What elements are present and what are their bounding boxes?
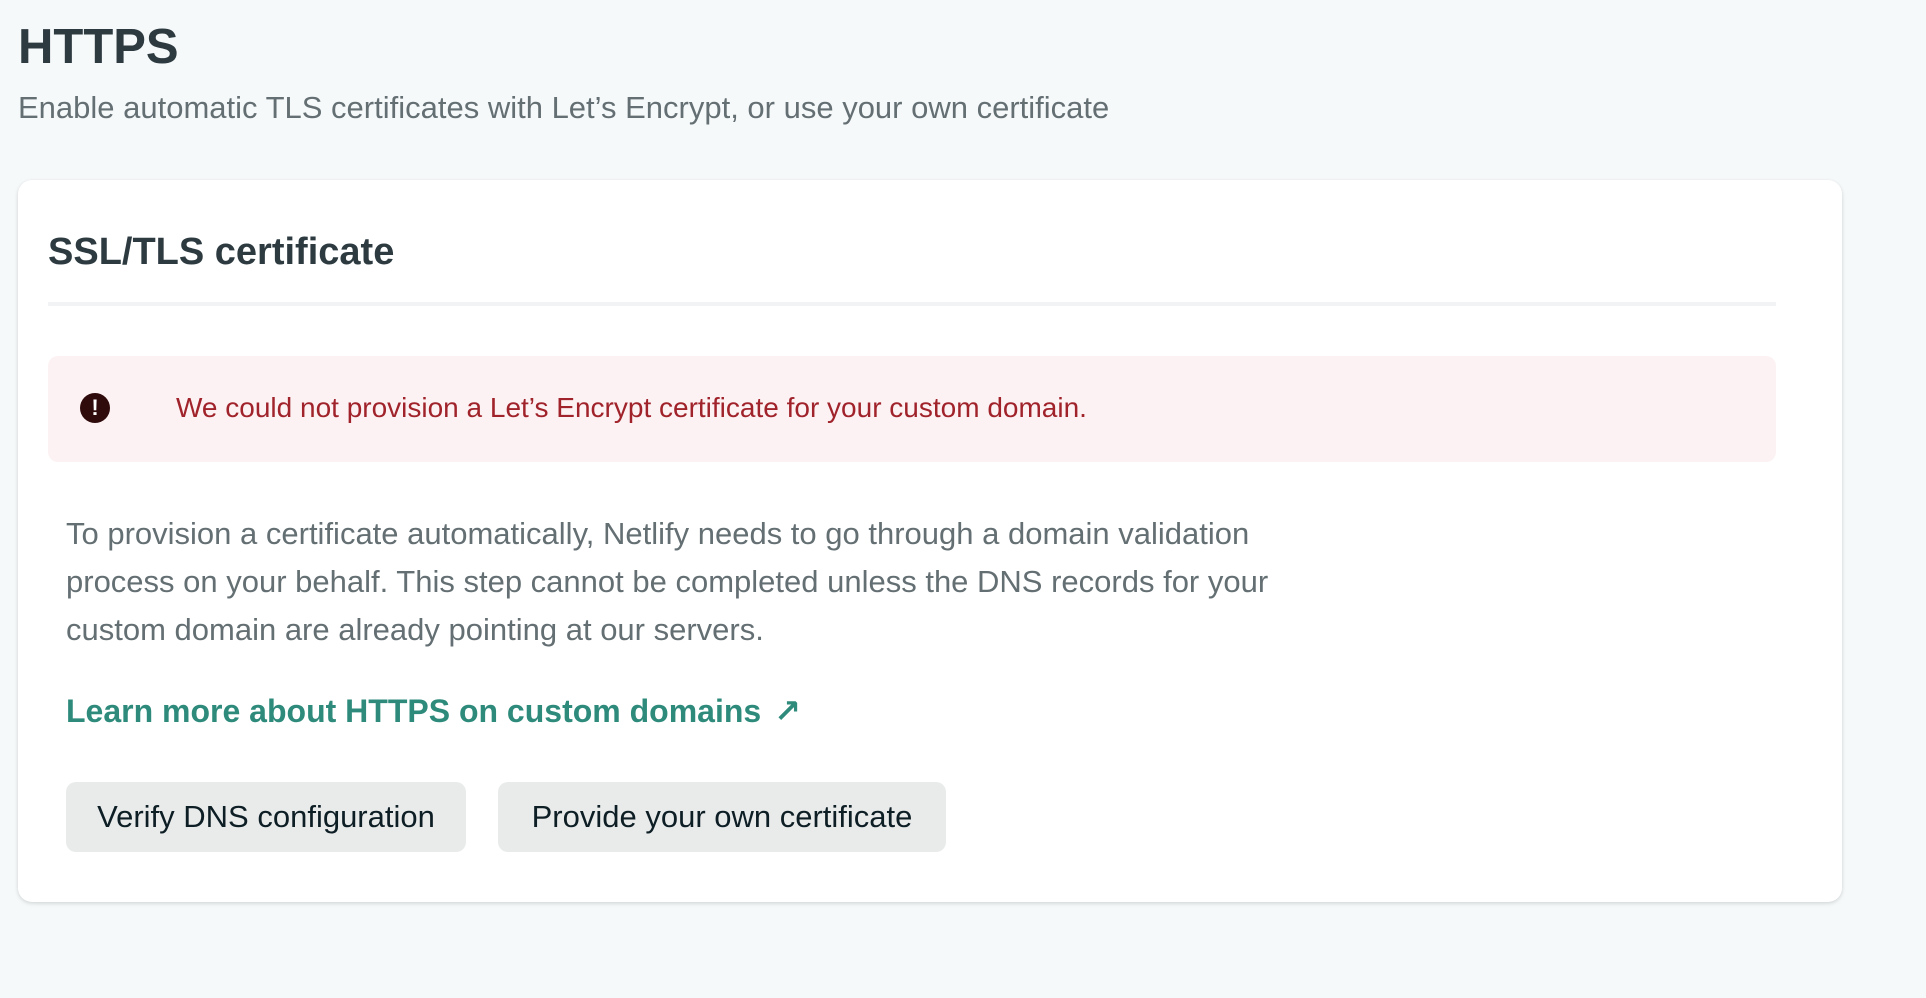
page-title: HTTPS [18, 20, 179, 74]
error-alert-message: We could not provision a Let’s Encrypt c… [176, 392, 1087, 423]
learn-more-link[interactable]: Learn more about HTTPS on custom domains… [66, 688, 801, 734]
card-title: SSL/TLS certificate [48, 231, 395, 273]
external-arrow-icon: ↗ [774, 693, 801, 729]
provide-own-certificate-button[interactable]: Provide your own certificate [498, 782, 946, 852]
description-text: To provision a certificate automatically… [66, 516, 1269, 647]
page-subtitle: Enable automatic TLS certificates with L… [18, 90, 1110, 125]
page: HTTPS Enable automatic TLS certificates … [0, 0, 1926, 998]
exclamation-circle-icon: ! [80, 393, 110, 423]
card-divider [48, 302, 1776, 306]
error-alert: ! We could not provision a Let’s Encrypt… [48, 356, 1776, 462]
verify-dns-button[interactable]: Verify DNS configuration [66, 782, 466, 852]
learn-more-label: Learn more about HTTPS on custom domains [66, 693, 762, 729]
